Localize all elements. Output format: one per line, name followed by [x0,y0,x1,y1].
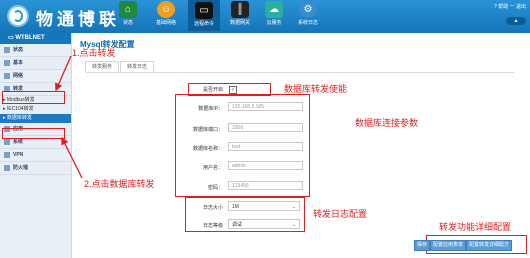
square-icon [4,46,10,53]
cloud-icon: ☁ [265,1,283,18]
terminal-icon: ▭ [195,2,213,19]
annotation-detail: 转发功能详细配置 [439,222,512,232]
user-icon[interactable]: ▲ [506,17,526,25]
sidebar-item-firewall[interactable]: 防火墙 [0,162,71,175]
divider [85,72,515,73]
highlight-forward [2,91,65,104]
logo-icon [7,5,29,27]
brand-name: 物通博联 [36,10,120,29]
save-button[interactable]: 保存 [414,240,431,251]
sidebar-item-network[interactable]: 网络 [0,70,71,83]
network-icon: ☺ [157,1,175,18]
nav-status[interactable]: ⌂ 状态 [112,1,144,26]
nav-network[interactable]: ☺ 基础网络 [150,1,182,26]
top-bar: 物通博联 ⌂ 状态 ☺ 基础网络 ▭ 远程命令 ║ 数据网关 ☁ 云服务 ⚙ 系… [0,0,530,33]
exit-link[interactable]: 一 退出 [510,4,526,10]
square-icon [4,164,10,171]
config-table-button[interactable]: 配置应用表单 [430,240,467,251]
highlight-database [2,128,65,139]
square-icon [4,59,10,66]
sidebar-header: ▭ WTBLNET [0,33,71,44]
nav-data-gateway[interactable]: ║ 数据网关 [224,1,256,26]
top-right-links: ? 帮助 一 退出 [494,3,526,10]
highlight-log [185,197,305,232]
annotation-connection: 数据库连接参数 [355,118,419,128]
sidebar-item-basic[interactable]: 基本 [0,57,71,70]
square-icon [4,72,10,79]
nav-cloud[interactable]: ☁ 云服务 [258,1,290,26]
home-icon: ⌂ [119,1,137,18]
sidebar: ▭ WTBLNET 状态 基本 网络 转发 ▸ Modbus转发 ▸ IEC10… [0,33,72,258]
square-icon [4,138,10,145]
annotation-enable: 数据库转发使能 [284,84,348,94]
square-icon [4,151,10,158]
log-icon: ⚙ [299,1,317,18]
sidebar-sub-iec104[interactable]: ▸ IEC104转发 [0,105,71,114]
help-link[interactable]: ? 帮助 [494,4,508,10]
annotation-log: 转发日志配置 [313,209,368,219]
sidebar-item-vpn[interactable]: VPN [0,149,71,162]
page-title: Mysql转发配置 [80,40,135,49]
sidebar-sub-database[interactable]: ▸ 数据库转发 [0,114,71,123]
config-detail-button[interactable]: 配置转发详细配方 [466,240,513,251]
highlight-connection [175,94,310,197]
nav-system-log[interactable]: ⚙ 系统日志 [292,1,324,26]
sidebar-item-status[interactable]: 状态 [0,44,71,57]
gateway-icon: ║ [231,1,249,18]
nav-remote-command[interactable]: ▭ 远程命令 [188,0,220,31]
